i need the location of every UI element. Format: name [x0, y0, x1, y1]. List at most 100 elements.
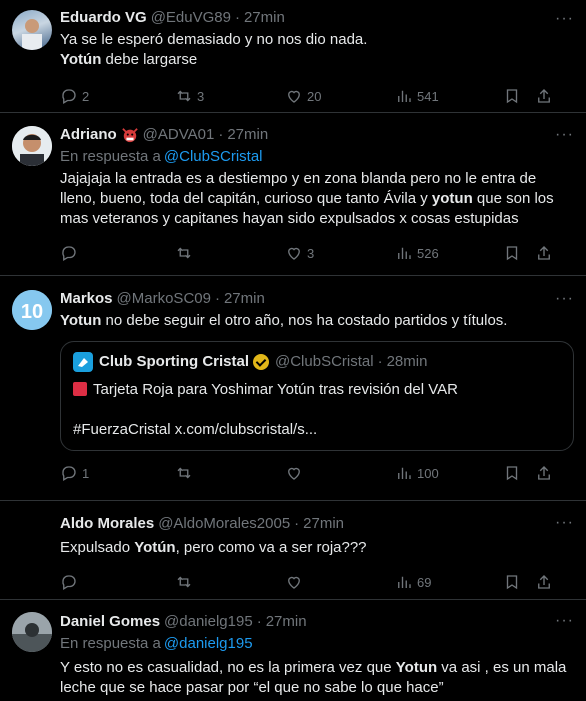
separator-dot: ·	[218, 126, 224, 143]
views-icon	[398, 467, 411, 479]
author-handle[interactable]: @ADVA01	[143, 125, 215, 145]
views-count: 69	[417, 574, 432, 590]
like-button[interactable]: 20	[285, 87, 395, 105]
author-handle[interactable]: @MarkoSC09	[117, 289, 211, 309]
like-button[interactable]	[285, 464, 395, 482]
like-count: 3	[307, 245, 315, 261]
repost-count: 3	[197, 88, 205, 104]
timestamp[interactable]: 27min	[227, 125, 268, 145]
repost-button[interactable]	[175, 573, 285, 591]
reply-button[interactable]: 2	[60, 87, 140, 105]
author-name[interactable]: Eduardo VG	[60, 8, 147, 28]
share-button[interactable]	[535, 573, 553, 591]
timestamp[interactable]: 27min	[244, 8, 285, 28]
bookmark-button[interactable]	[503, 87, 535, 105]
reply-icon	[62, 89, 76, 104]
views-icon	[398, 90, 411, 102]
timestamp[interactable]: 27min	[266, 612, 307, 632]
tweet[interactable]: Daniel Gomes @danielg195 · 27min ··· En …	[0, 600, 586, 701]
repost-button[interactable]	[175, 244, 285, 262]
more-options-icon[interactable]: ···	[555, 612, 574, 630]
reply-count: 2	[82, 88, 90, 104]
author-name[interactable]: Adriano	[60, 125, 117, 145]
like-button[interactable]: 3	[285, 244, 395, 262]
bookmark-icon	[506, 246, 518, 261]
bookmark-icon	[506, 89, 518, 104]
heart-icon	[288, 576, 300, 589]
separator-dot: ·	[214, 290, 220, 307]
tweet-text-rest: debe largarse	[101, 51, 198, 68]
reply-button[interactable]	[60, 244, 140, 262]
tweet-text-part: no debe seguir el otro año, nos ha costa…	[101, 312, 508, 329]
bold-mention: Yotún	[60, 51, 102, 68]
quoted-timestamp[interactable]: 28min	[387, 352, 428, 372]
views-count: 526	[417, 245, 439, 261]
views-button[interactable]: 100	[395, 464, 503, 482]
reply-icon	[62, 466, 76, 481]
author-handle[interactable]: @danielg195	[164, 612, 253, 632]
avatar[interactable]	[12, 10, 52, 50]
quoted-text-line: Tarjeta Roja para Yoshimar Yotún tras re…	[73, 380, 561, 400]
repost-icon	[177, 576, 191, 588]
tweet-text-line: Yotún debe largarse	[60, 50, 574, 70]
quoted-tweet[interactable]: Club Sporting Cristal @ClubSCristal · 28…	[60, 341, 574, 451]
reply-button[interactable]: 1	[60, 464, 140, 482]
reply-to-link[interactable]: @ClubSCristal	[164, 148, 263, 165]
tweet[interactable]: 10 Markos @MarkoSC09 · 27min ··· Yotun n…	[0, 276, 586, 501]
more-options-icon[interactable]: ···	[555, 514, 574, 532]
repost-button[interactable]	[175, 464, 285, 482]
views-button[interactable]: 541	[395, 87, 503, 105]
more-options-icon[interactable]: ···	[555, 126, 574, 144]
heart-icon	[288, 467, 300, 480]
avatar[interactable]	[12, 126, 52, 166]
bookmark-button[interactable]	[503, 244, 535, 262]
separator-dot: ·	[234, 9, 240, 26]
repost-button[interactable]: 3	[175, 87, 285, 105]
avatar-photo	[12, 612, 52, 652]
bold-mention: Yotun	[395, 659, 438, 676]
timestamp[interactable]: 27min	[303, 514, 344, 534]
author-name[interactable]: Aldo Morales	[60, 514, 154, 534]
author-handle[interactable]: @AldoMorales2005	[158, 514, 290, 534]
tweet[interactable]: Eduardo VG @EduVG89 · 27min ··· Ya se le…	[0, 0, 586, 113]
tweet[interactable]: Aldo Morales @AldoMorales2005 · 27min ··…	[0, 501, 586, 600]
reply-context: En respuesta a @danielg195	[60, 634, 574, 654]
tweet-text: Ya se le esperó demasiado y no nos dio n…	[60, 30, 574, 70]
like-button[interactable]	[285, 573, 395, 591]
views-button[interactable]: 526	[395, 244, 503, 262]
reply-button[interactable]	[60, 573, 140, 591]
share-icon	[538, 466, 550, 480]
more-options-icon[interactable]: ···	[555, 290, 574, 308]
bookmark-button[interactable]	[503, 573, 535, 591]
more-options-icon[interactable]: ···	[555, 10, 574, 28]
share-button[interactable]	[535, 87, 553, 105]
bold-mention: Yotun	[60, 312, 102, 329]
share-button[interactable]	[535, 464, 553, 482]
views-count: 100	[417, 465, 439, 481]
views-button[interactable]: 69	[395, 573, 503, 591]
quoted-author-name[interactable]: Club Sporting Cristal	[99, 352, 249, 372]
quoted-avatar[interactable]	[73, 352, 93, 372]
author-handle[interactable]: @EduVG89	[151, 8, 231, 28]
author-name[interactable]: Daniel Gomes	[60, 612, 160, 632]
tweet-actions: 69	[60, 562, 574, 602]
bookmark-icon	[506, 575, 518, 590]
author-name[interactable]: Markos	[60, 289, 113, 309]
tweet-actions: 2 3 20 541	[60, 76, 574, 116]
reply-icon	[62, 575, 76, 590]
reply-to-link[interactable]: @danielg195	[164, 635, 253, 652]
avatar[interactable]	[12, 612, 52, 652]
share-icon	[538, 575, 550, 589]
tweet-text-part: Expulsado	[60, 539, 135, 556]
tweet-actions: 1 100	[60, 453, 574, 493]
avatar[interactable]: 10	[12, 290, 52, 330]
reply-prefix: En respuesta a	[60, 635, 161, 652]
devil-emoji-icon	[121, 128, 138, 143]
repost-icon	[177, 247, 191, 259]
tweet-text-part: , pero como va a ser roja???	[175, 539, 367, 556]
bookmark-button[interactable]	[503, 464, 535, 482]
timestamp[interactable]: 27min	[224, 289, 265, 309]
tweet[interactable]: Adriano @ADVA01 · 27min ··· En respuesta…	[0, 113, 586, 276]
quoted-author-handle[interactable]: @ClubSCristal	[275, 352, 374, 372]
share-button[interactable]	[535, 244, 553, 262]
